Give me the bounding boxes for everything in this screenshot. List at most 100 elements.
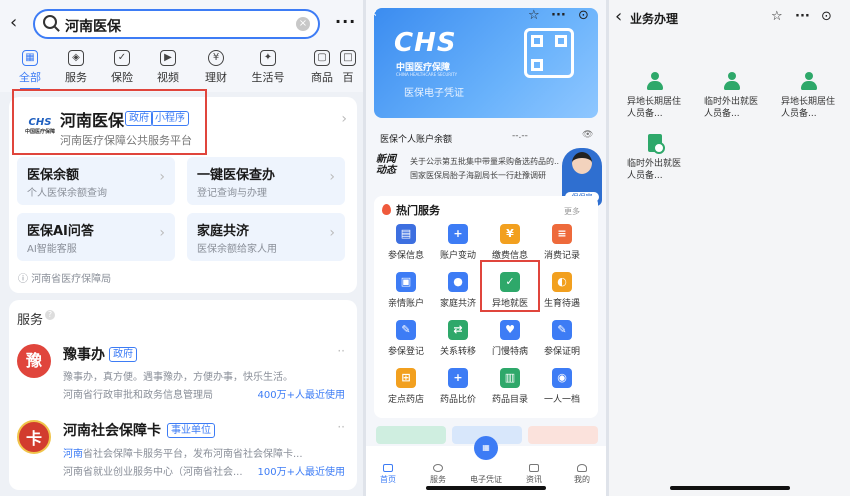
tab-all[interactable]: ▦ 全部 [6, 50, 54, 85]
tile-balance[interactable]: 医保余额 个人医保余额查询 › [17, 157, 175, 205]
tab-mine[interactable]: 我的 [562, 464, 602, 485]
service-label: 家庭共济 [439, 299, 476, 309]
service-insurance-certificate[interactable]: ✎ 参保证明 [538, 320, 586, 357]
promo-card[interactable] [528, 426, 598, 444]
tile-one-click[interactable]: 一键医保查办 登记查询与办理 › [187, 157, 345, 205]
tab-insurance[interactable]: ✓ 保险 [98, 50, 146, 85]
user-icon [577, 464, 587, 472]
service-chronic-disease[interactable]: ♥ 门慢特病 [486, 320, 534, 357]
eye-icon[interactable]: 👁 [582, 130, 593, 140]
back-arrow-icon[interactable]: ‹ [10, 12, 17, 33]
tab-video[interactable]: ▶ 视频 [144, 50, 192, 85]
service-label: 定点药店 [387, 395, 424, 405]
search-results-screen: ‹ 河南医保 × ··· ▦ 全部 ◈ 服务 ✓ 保险 ▶ 视频 ¥ 理财 ✦ 生活号 ▢ 商… [0, 0, 363, 496]
biz-item-long-term-residence[interactable]: 异地长期居住人员备... [781, 72, 837, 120]
service-usage[interactable]: 400万+人最近使用 [258, 386, 345, 401]
tile-ai-qa[interactable]: 医保AI问答 AI智能客服 › [17, 213, 175, 261]
chronic-disease-icon: ♥ [500, 320, 520, 340]
service-family-account[interactable]: ▣ 亲情账户 [382, 272, 430, 309]
news-item[interactable]: 关于公示第五批集中带量采购备选药品的... [410, 156, 560, 167]
relation-transfer-icon: ⇄ [448, 320, 468, 340]
biz-item-long-term-residence[interactable]: 异地长期居住人员备... [627, 72, 683, 120]
service-name[interactable]: 河南社会保障卡 [63, 420, 161, 440]
mini-program-tag: 小程序 [151, 111, 189, 126]
gov-tag: 政府 [109, 347, 137, 362]
one-person-file-icon: ◉ [552, 368, 572, 388]
search-header: ‹ 河南医保 × ··· ▦ 全部 ◈ 服务 ✓ 保险 ▶ 视频 ¥ 理财 ✦ 生活号 ▢ 商… [0, 0, 363, 92]
drug-compare-icon: + [448, 368, 468, 388]
qr-code-icon[interactable]: ▦ [474, 436, 498, 460]
more-icon[interactable]: ·· [337, 420, 345, 434]
hot-services-card: 热门服务 更多 ▤ 参保信息 + 账户变动 ¥ 缴费信息 ≡ 消费记录 ▣ 亲情账户 ● 家庭共济 ✓ 异… [374, 196, 598, 418]
result-title[interactable]: 河南医保 [60, 107, 124, 131]
service-label: 生育待遇 [543, 299, 580, 309]
yen-icon: ¥ [208, 50, 224, 66]
qr-code-icon[interactable] [524, 28, 574, 78]
more-icon[interactable]: ··· [335, 12, 356, 31]
tab-more[interactable]: □ 百 [338, 50, 358, 85]
service-relation-transfer[interactable]: ⇄ 关系转移 [434, 320, 482, 357]
help-icon[interactable]: ? [45, 310, 55, 320]
service-payment-info[interactable]: ¥ 缴费信息 [486, 224, 534, 261]
chevron-right-icon: › [341, 111, 347, 127]
tab-finance[interactable]: ¥ 理财 [192, 50, 240, 85]
service-usage[interactable]: 100万+人最近使用 [258, 463, 345, 478]
more-link[interactable]: 更多 [564, 206, 580, 217]
service-one-person-file[interactable]: ◉ 一人一档 [538, 368, 586, 405]
service-insured-info[interactable]: ▤ 参保信息 [382, 224, 430, 261]
search-icon [43, 15, 57, 29]
tab-life[interactable]: ✦ 生活号 [244, 50, 292, 85]
service-maternity-benefit[interactable]: ◐ 生育待遇 [538, 272, 586, 309]
star-icon[interactable]: ☆ [771, 9, 783, 24]
service-label: 参保信息 [387, 251, 424, 261]
clear-icon[interactable]: × [296, 17, 310, 31]
info-icon: ⓘ [18, 274, 32, 285]
account-change-icon: + [448, 224, 468, 244]
biz-item-temporary-medical[interactable]: 临时外出就医人员备... [627, 134, 683, 182]
tab-news[interactable]: 资讯 [514, 464, 554, 485]
heart-icon [433, 464, 443, 472]
service-family-share[interactable]: ● 家庭共济 [434, 272, 482, 309]
biz-item-temporary-medical[interactable]: 临时外出就医人员备... [704, 72, 760, 120]
service-label: 账户变动 [439, 251, 476, 261]
more-icon[interactable]: ··· [795, 9, 810, 24]
banner-logo-en: CHINA HEALTHCARE SECURITY [396, 72, 458, 77]
more-icon[interactable]: ·· [337, 344, 345, 358]
service-org: 河南省就业创业服务中心（河南省社会... [63, 467, 243, 478]
drug-catalog-icon: ▥ [500, 368, 520, 388]
service-name[interactable]: 豫事办 [63, 344, 105, 364]
tab-home[interactable]: 首页 [368, 464, 408, 485]
search-input[interactable]: 河南医保 × [33, 9, 320, 39]
service-account-change[interactable]: + 账户变动 [434, 224, 482, 261]
tile-family[interactable]: 家庭共济 医保余额给家人用 › [187, 213, 345, 261]
back-arrow-icon[interactable]: ‹ [372, 6, 377, 21]
service-label: 药品目录 [491, 395, 528, 405]
tab-e-voucher[interactable]: 电子凭证 [466, 464, 506, 485]
close-circle-icon[interactable]: ⊙ [821, 9, 832, 24]
service-drug-catalog[interactable]: ▥ 药品目录 [486, 368, 534, 405]
promo-card[interactable] [376, 426, 446, 444]
service-pharmacy[interactable]: ⊞ 定点药店 [382, 368, 430, 405]
services-title: 服务 [17, 313, 44, 328]
gov-tag: 政府 [125, 111, 153, 126]
tab-services[interactable]: ◈ 服务 [52, 50, 100, 85]
tab-service[interactable]: 服务 [418, 464, 458, 485]
news-item[interactable]: 国家医保局胎子海副局长一行赴豫调研 [410, 170, 560, 181]
search-query: 河南医保 [65, 19, 121, 35]
e-voucher-banner[interactable]: CHS 中国医疗保障 CHINA HEALTHCARE SECURITY 医保电… [374, 8, 598, 118]
service-consumption-record[interactable]: ≡ 消费记录 [538, 224, 586, 261]
account-balance-row[interactable]: 医保个人账户余额 --.-- 👁 [374, 126, 598, 148]
highlight-box [480, 260, 540, 312]
close-circle-icon[interactable]: ⊙ [578, 8, 589, 23]
back-arrow-icon[interactable]: ‹ [615, 6, 622, 27]
more-icon[interactable]: ··· [551, 8, 566, 23]
service-drug-compare[interactable]: + 药品比价 [434, 368, 482, 405]
service-label: 药品比价 [439, 395, 476, 405]
person-icon [800, 72, 818, 90]
service-label: 参保证明 [543, 347, 580, 357]
payment-info-icon: ¥ [500, 224, 520, 244]
star-icon[interactable]: ☆ [528, 8, 540, 23]
top-result-card: CHS 中国医疗保障 河南医保 政府 小程序 河南医疗保障公共服务平台 › 医保余… [9, 89, 357, 293]
chs-logo: CHS 中国医疗保障 [24, 117, 55, 135]
service-insurance-register[interactable]: ✎ 参保登记 [382, 320, 430, 357]
